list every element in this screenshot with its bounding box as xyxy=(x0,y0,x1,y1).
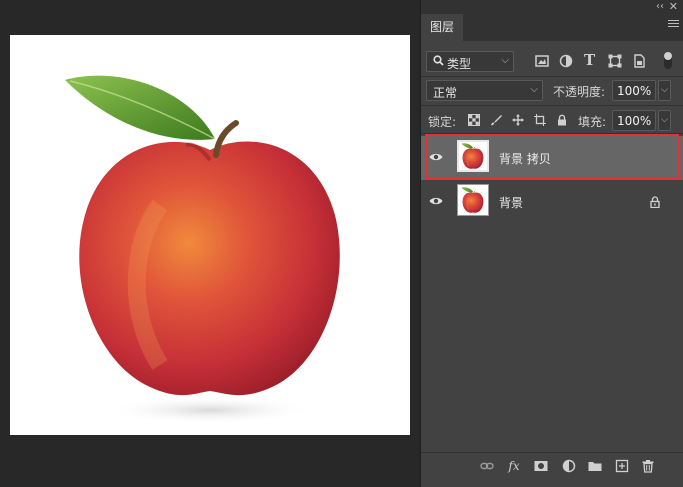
document-canvas-area[interactable] xyxy=(0,0,420,487)
layer-mask-icon[interactable] xyxy=(534,459,548,473)
visibility-eye-icon[interactable] xyxy=(429,196,443,206)
lock-all-icon[interactable] xyxy=(556,114,568,126)
link-layers-icon[interactable] xyxy=(480,459,494,473)
smart-object-filter-icon[interactable] xyxy=(632,54,646,68)
blend-mode-select[interactable]: 正常 ⌵ xyxy=(426,80,543,101)
type-filter-icon[interactable]: T xyxy=(584,51,598,69)
layer-thumbnail xyxy=(457,184,489,216)
layer-row-background-copy[interactable]: 背景 拷贝 xyxy=(421,136,683,180)
chevron-down-icon: ⌵ xyxy=(530,84,538,95)
adjustment-layer-icon[interactable] xyxy=(562,459,576,473)
lock-transparent-pixels-icon[interactable] xyxy=(468,114,480,126)
panel-menu-icon[interactable] xyxy=(668,20,679,30)
fx-icon[interactable]: fx xyxy=(507,459,521,473)
chevron-down-icon: ⌵ xyxy=(501,55,509,66)
divider xyxy=(421,76,683,77)
lock-position-icon[interactable] xyxy=(512,114,524,126)
blend-row: 正常 ⌵ 不透明度: 100% ⌵ xyxy=(421,78,683,102)
adjustment-filter-icon[interactable] xyxy=(559,54,573,68)
search-icon xyxy=(433,55,444,66)
document-canvas[interactable] xyxy=(10,35,410,435)
opacity-dropdown-button[interactable]: ⌵ xyxy=(658,80,671,101)
group-folder-icon[interactable] xyxy=(588,459,602,473)
panel-footer: fx xyxy=(421,452,683,480)
divider xyxy=(421,105,683,106)
opacity-value: 100% xyxy=(617,84,652,98)
lock-label: 锁定: xyxy=(428,115,457,129)
shape-filter-icon[interactable] xyxy=(608,54,622,68)
lock-image-pixels-icon[interactable] xyxy=(490,114,502,126)
fill-input[interactable]: 100% xyxy=(612,110,656,131)
fill-label: 填充: xyxy=(578,115,607,129)
visibility-eye-icon[interactable] xyxy=(429,152,443,162)
collapse-panel-button[interactable]: ‹‹ xyxy=(656,1,664,12)
layer-thumbnail xyxy=(457,140,489,172)
tab-layers[interactable]: 图层 xyxy=(421,14,463,41)
new-layer-icon[interactable] xyxy=(615,459,629,473)
layer-filter-row: 类型 ⌵ T xyxy=(421,48,683,74)
filter-toggle-switch[interactable] xyxy=(664,52,672,69)
panel-top-bar: ‹‹ ✕ xyxy=(421,0,683,14)
apple-image xyxy=(10,35,410,435)
filter-kind-label: 类型 xyxy=(447,57,472,71)
layer-lock-icon[interactable] xyxy=(650,196,660,208)
filter-kind-select[interactable]: 类型 ⌵ xyxy=(426,51,514,72)
panel-tab-strip: 图层 xyxy=(421,14,683,41)
opacity-label: 不透明度: xyxy=(553,85,606,99)
layers-panel: ‹‹ ✕ 图层 类型 ⌵ T 正常 ⌵ 不透明度: 100% ⌵ 锁定: 填充:… xyxy=(420,0,683,487)
fill-dropdown-button[interactable]: ⌵ xyxy=(658,110,671,131)
layers-list: 背景 拷贝 背景 xyxy=(421,134,683,450)
lock-artboard-icon[interactable] xyxy=(534,114,546,126)
image-filter-icon[interactable] xyxy=(535,54,549,68)
opacity-input[interactable]: 100% xyxy=(612,80,656,101)
layer-name[interactable]: 背景 xyxy=(499,194,523,211)
fill-value: 100% xyxy=(617,114,652,128)
trash-icon[interactable] xyxy=(641,459,655,473)
layer-row-background[interactable]: 背景 xyxy=(421,180,683,224)
lock-row: 锁定: 填充: 100% ⌵ xyxy=(421,108,683,132)
close-panel-button[interactable]: ✕ xyxy=(669,0,678,13)
blend-mode-value: 正常 xyxy=(433,86,458,100)
layer-name[interactable]: 背景 拷贝 xyxy=(499,150,551,167)
